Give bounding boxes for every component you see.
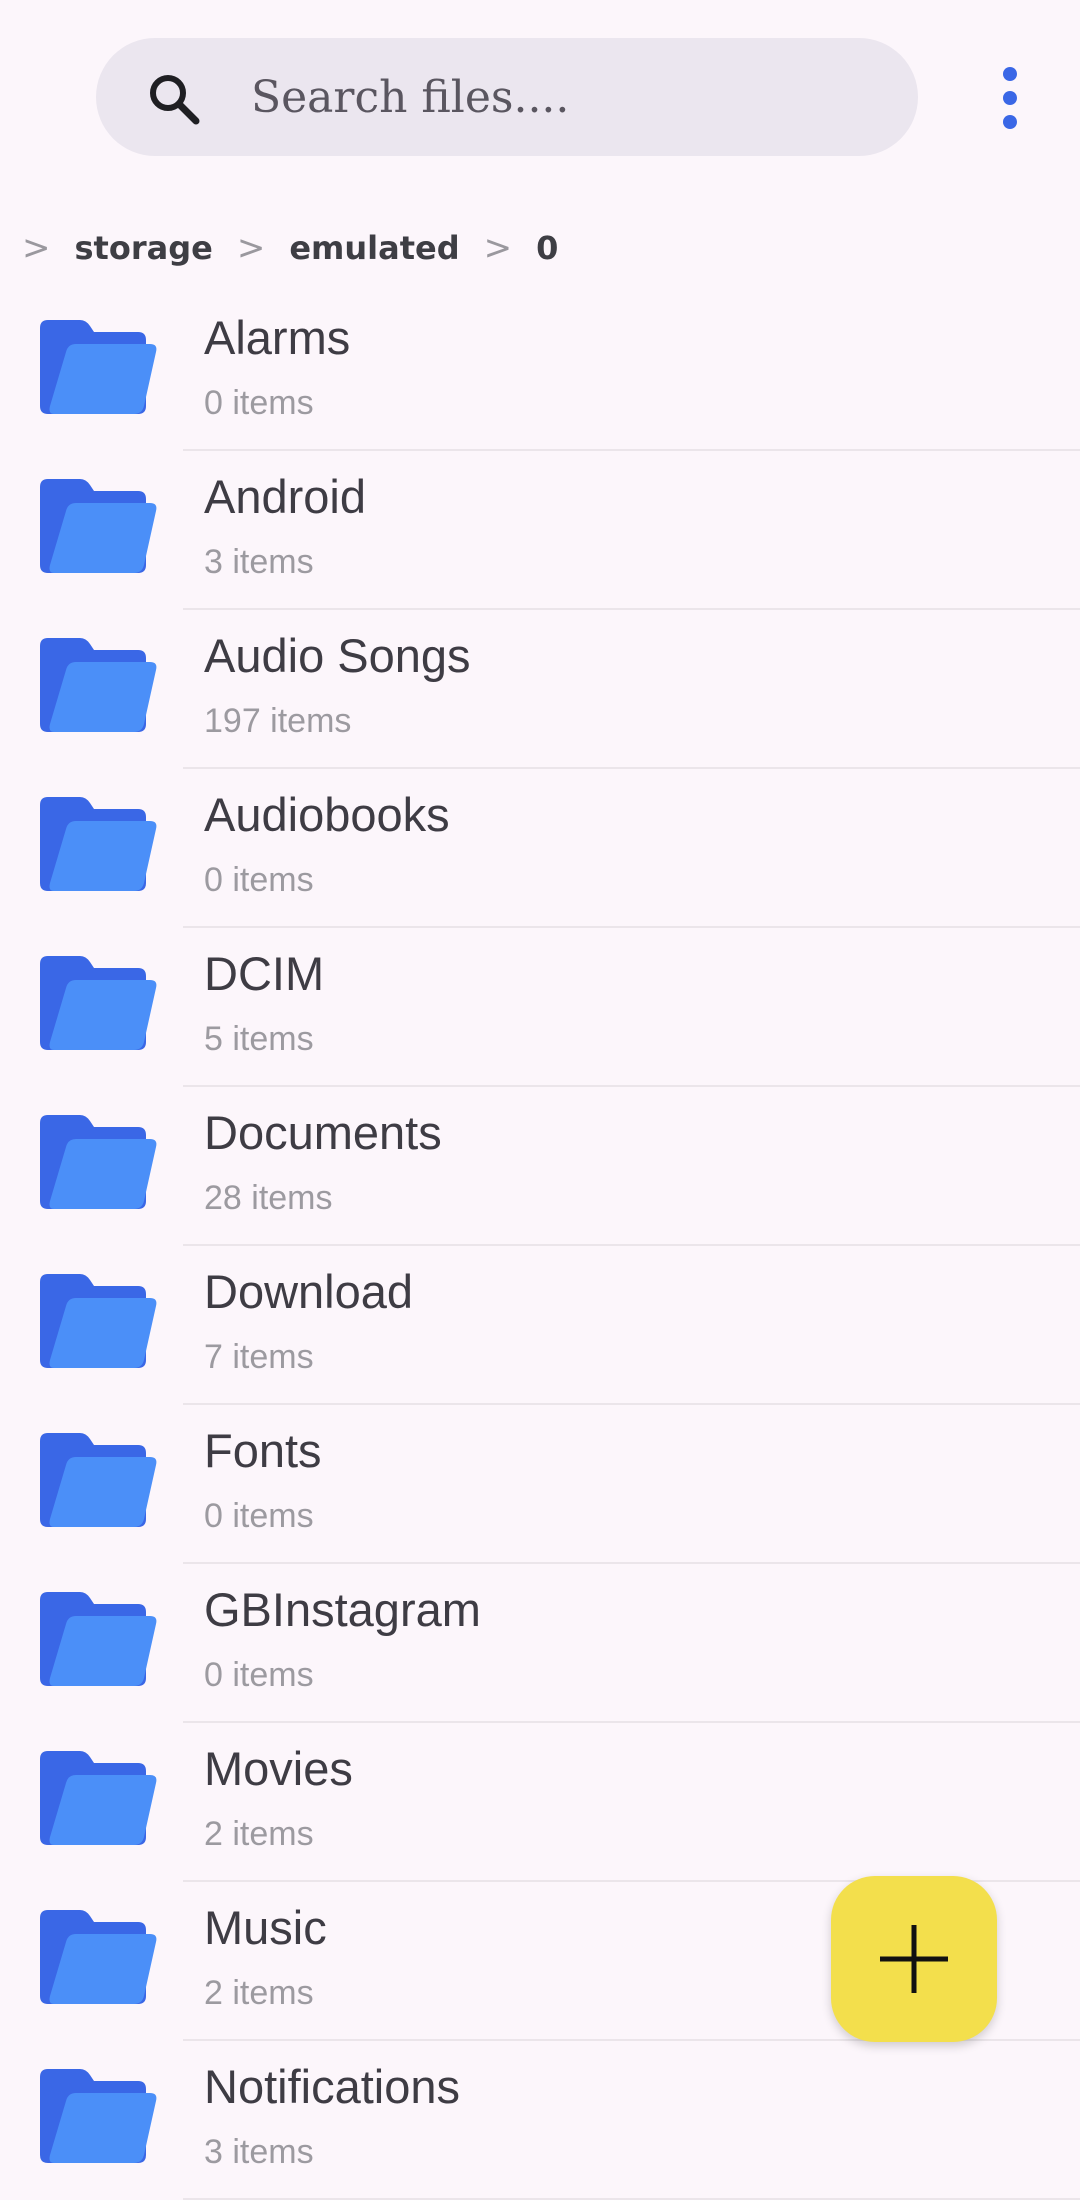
folder-icon: [40, 1433, 157, 1527]
breadcrumb-item-emulated[interactable]: emulated: [289, 229, 459, 267]
file-row[interactable]: Notifications 3 items: [0, 2041, 1080, 2200]
folder-icon: [40, 479, 157, 573]
breadcrumb-item-0[interactable]: 0: [536, 229, 558, 267]
breadcrumb: > storage > emulated > 0: [22, 222, 582, 274]
folder-icon: [40, 1274, 157, 1368]
folder-icon: [40, 1115, 157, 1209]
file-name: Documents: [204, 1106, 442, 1159]
plus-icon: [880, 1925, 948, 1993]
file-row[interactable]: Audiobooks 0 items: [0, 769, 1080, 928]
more-options-button[interactable]: [980, 58, 1040, 138]
breadcrumb-separator: >: [22, 228, 51, 268]
folder-icon: [40, 320, 157, 414]
file-name: Audiobooks: [204, 788, 450, 841]
file-item-count: 2 items: [204, 1815, 314, 1853]
file-name: Download: [204, 1265, 414, 1318]
folder-icon: [40, 1751, 157, 1845]
file-item-count: 28 items: [204, 1179, 333, 1217]
file-row[interactable]: Audio Songs 197 items: [0, 610, 1080, 769]
file-item-count: 7 items: [204, 1338, 314, 1376]
file-row[interactable]: DCIM 5 items: [0, 928, 1080, 1087]
folder-icon: [40, 956, 157, 1050]
file-row[interactable]: Android 3 items: [0, 451, 1080, 610]
file-item-count: 2 items: [204, 1974, 314, 2012]
file-name: Android: [204, 470, 366, 523]
file-row[interactable]: Documents 28 items: [0, 1087, 1080, 1246]
file-name: Music: [204, 1901, 327, 1954]
file-item-count: 197 items: [204, 702, 352, 740]
file-item-count: 3 items: [204, 543, 314, 581]
file-item-count: 3 items: [204, 2133, 314, 2171]
file-row[interactable]: Download 7 items: [0, 1246, 1080, 1405]
dot: [1003, 115, 1017, 129]
search-icon: [150, 75, 200, 125]
folder-icon: [40, 2069, 157, 2163]
folder-icon: [40, 1592, 157, 1686]
dot: [1003, 91, 1017, 105]
search-bar[interactable]: [96, 38, 918, 156]
dot: [1003, 67, 1017, 81]
breadcrumb-separator: >: [483, 228, 513, 268]
folder-icon: [40, 797, 157, 891]
file-name: Alarms: [204, 311, 351, 364]
folder-icon: [40, 1910, 157, 2004]
file-item-count: 0 items: [204, 384, 314, 422]
file-name: DCIM: [204, 947, 325, 1000]
file-item-count: 0 items: [204, 1656, 314, 1694]
add-button[interactable]: [831, 1876, 997, 2042]
file-item-count: 0 items: [204, 1497, 314, 1535]
file-name: Fonts: [204, 1424, 322, 1477]
file-name: Notifications: [204, 2060, 460, 2113]
breadcrumb-item-storage[interactable]: storage: [75, 229, 213, 267]
file-row[interactable]: Movies 2 items: [0, 1723, 1080, 1882]
file-name: Audio Songs: [204, 629, 471, 682]
search-input[interactable]: [251, 60, 871, 134]
file-row[interactable]: Alarms 0 items: [0, 292, 1080, 451]
file-item-count: 5 items: [204, 1020, 314, 1058]
file-name: Movies: [204, 1742, 353, 1795]
file-row[interactable]: GBInstagram 0 items: [0, 1564, 1080, 1723]
folder-icon: [40, 638, 157, 732]
file-row[interactable]: Fonts 0 items: [0, 1405, 1080, 1564]
breadcrumb-separator: >: [236, 228, 266, 268]
file-item-count: 0 items: [204, 861, 314, 899]
file-name: GBInstagram: [204, 1583, 481, 1636]
